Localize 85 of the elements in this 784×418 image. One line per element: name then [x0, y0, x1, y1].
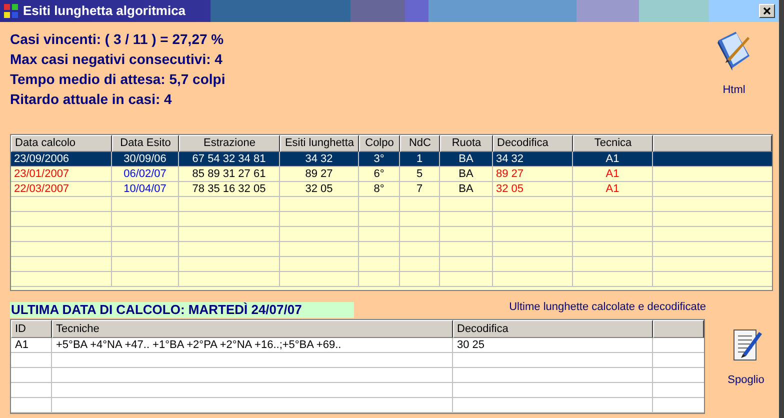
table-cell: 7 [400, 182, 440, 197]
column-header[interactable]: Tecniche [52, 320, 453, 338]
column-header[interactable]: Colpo [359, 135, 400, 152]
close-button[interactable] [759, 4, 775, 18]
column-header[interactable]: Data calcolo [11, 135, 112, 152]
empty-cell [112, 242, 179, 257]
empty-cell [400, 272, 440, 287]
empty-cell [112, 272, 179, 287]
table-cell: +5°BA +4°NA +47.. +1°BA +2°PA +2°NA +16..;+5°BA +69.. [52, 338, 453, 353]
table-cell: 23/09/2006 [11, 152, 112, 167]
table-cell: 30 25 [453, 338, 653, 353]
table-cell: A1 [573, 167, 653, 182]
empty-cell [400, 212, 440, 227]
empty-cell [359, 272, 400, 287]
stat-text: Ritardo attuale in casi: 4 [10, 90, 173, 108]
column-header[interactable]: Estrazione [179, 135, 280, 152]
table-cell: 78 35 16 32 05 [179, 182, 280, 197]
spoglio-button[interactable]: Spoglio [716, 326, 776, 392]
empty-cell [359, 227, 400, 242]
table-cell: 34 32 [493, 152, 573, 167]
empty-cell [359, 197, 400, 212]
empty-cell [112, 212, 179, 227]
table-cell: BA [440, 152, 493, 167]
empty-cell [359, 257, 400, 272]
table-cell: 8° [359, 182, 400, 197]
empty-cell [112, 197, 179, 212]
table-cell: 5 [400, 167, 440, 182]
table-cell: 32 05 [280, 182, 359, 197]
table-row[interactable]: 22/03/2007 10/04/07 78 35 16 32 05 32 05 8° 7 BA 32 05 A1 [11, 182, 772, 197]
table-cell: BA [440, 167, 493, 182]
empty-cell [440, 227, 493, 242]
column-header[interactable]: NdC [400, 135, 440, 152]
column-header[interactable]: ID [11, 320, 52, 338]
empty-cell [112, 227, 179, 242]
empty-cell [440, 272, 493, 287]
last-date-label: ULTIMA DATA DI CALCOLO: MARTEDÌ 24/07/07 [10, 302, 354, 318]
table-cell: 6° [359, 167, 400, 182]
table-cell: 30/09/06 [112, 152, 179, 167]
empty-cell [440, 257, 493, 272]
column-header[interactable]: Tecnica [573, 135, 653, 152]
stat-text: Casi vincenti: ( 3 / 11 ) = 27,27 % [10, 30, 225, 48]
empty-cell [440, 242, 493, 257]
empty-cell [440, 212, 493, 227]
empty-cell [359, 212, 400, 227]
table-cell: 67 54 32 34 81 [179, 152, 280, 167]
table-cell: A1 [11, 338, 52, 353]
column-header[interactable]: Data Esito [112, 135, 179, 152]
column-header[interactable]: Decodifica [453, 320, 653, 338]
empty-cell [11, 383, 52, 398]
table-cell: A1 [573, 182, 653, 197]
table-cell: 10/04/07 [112, 182, 179, 197]
table-cell: BA [440, 182, 493, 197]
caption-text: Ultime lunghette calcolate e decodificate [509, 300, 706, 314]
table-row[interactable]: 23/01/2007 06/02/07 85 89 31 27 61 89 27 6° 5 BA 89 27 A1 [11, 167, 772, 182]
stat-text: Max casi negativi consecutivi: 4 [10, 50, 224, 68]
empty-cell [359, 242, 400, 257]
stat-text: Tempo medio di attesa: 5,7 colpi [10, 70, 226, 88]
table-row[interactable]: 23/09/2006 30/09/06 67 54 32 34 81 34 32 3° 1 BA 34 32 A1 [11, 152, 772, 167]
empty-cell [11, 368, 52, 383]
column-header[interactable]: Decodifica [493, 135, 573, 152]
table-cell: 06/02/07 [112, 167, 179, 182]
empty-cell [112, 257, 179, 272]
table-cell: 23/01/2007 [11, 167, 112, 182]
column-header[interactable]: Ruota [440, 135, 493, 152]
table-cell: 3° [359, 152, 400, 167]
table-cell: 89 27 [280, 167, 359, 182]
empty-cell [400, 242, 440, 257]
table-cell: 22/03/2007 [11, 182, 112, 197]
html-button[interactable]: Html [701, 30, 767, 98]
table-cell: 1 [400, 152, 440, 167]
table-cell: 34 32 [280, 152, 359, 167]
column-header[interactable]: Esiti lunghetta [280, 135, 359, 152]
empty-cell [440, 197, 493, 212]
table-cell: 32 05 [493, 182, 573, 197]
empty-cell [400, 257, 440, 272]
table-cell: 89 27 [493, 167, 573, 182]
table-cell: A1 [573, 152, 653, 167]
empty-cell [400, 197, 440, 212]
close-icon [763, 7, 771, 15]
empty-cell [11, 353, 52, 368]
app-icon [3, 3, 19, 19]
table-cell: 85 89 31 27 61 [179, 167, 280, 182]
empty-cell [400, 227, 440, 242]
window-title: Esiti lunghetta algoritmica [23, 2, 186, 20]
empty-cell [11, 398, 52, 413]
